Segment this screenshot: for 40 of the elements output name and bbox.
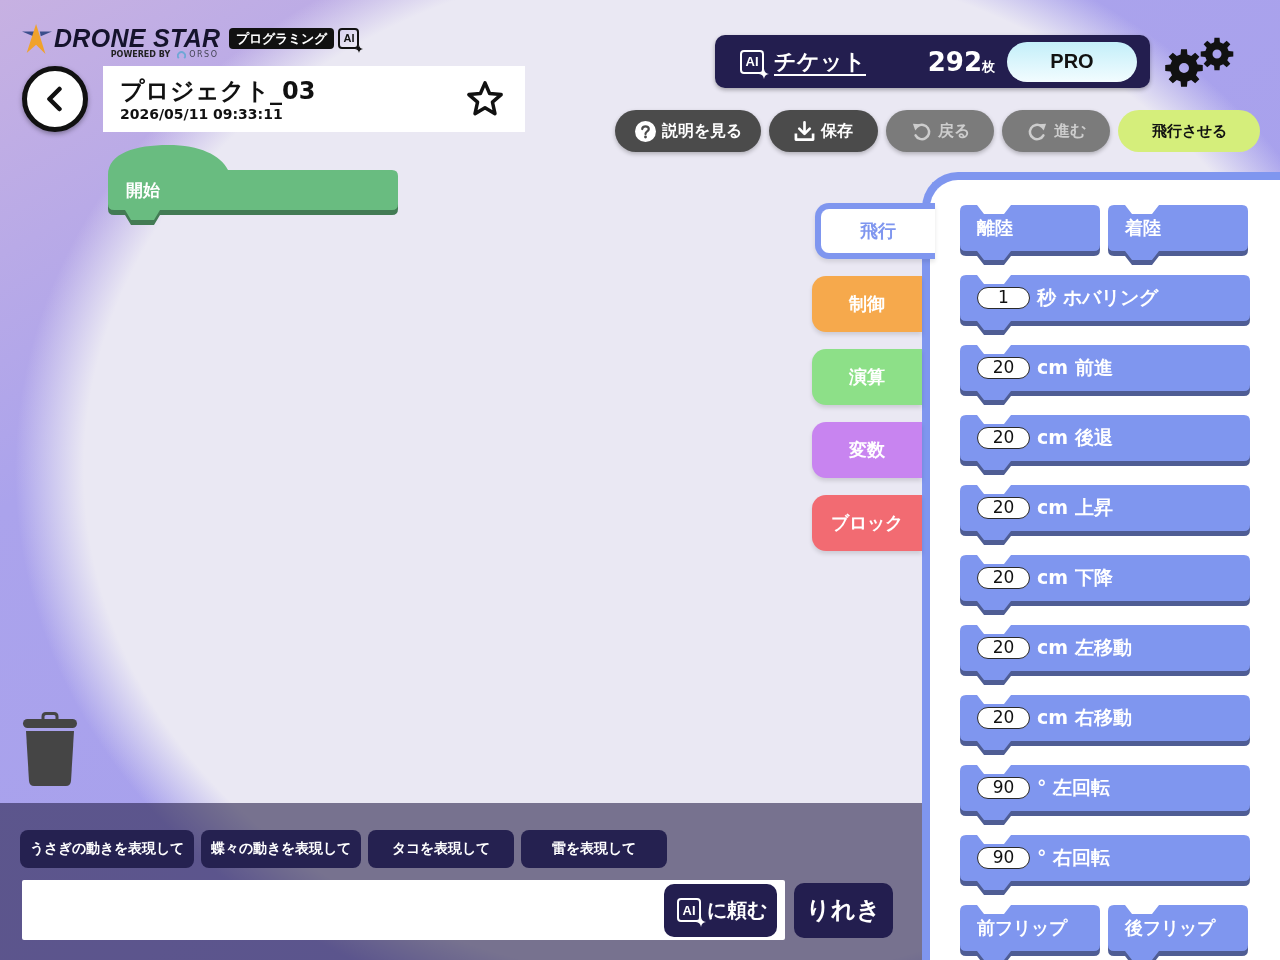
number-field[interactable]: 20 [977, 427, 1030, 449]
star-icon[interactable] [466, 80, 504, 118]
number-field[interactable]: 20 [977, 497, 1030, 519]
ticket-count: 292枚 [927, 46, 995, 77]
number-field[interactable]: 90 [977, 847, 1030, 869]
product-badge: プログラミング [229, 28, 335, 49]
save-button[interactable]: 保存 [769, 110, 878, 152]
history-button[interactable]: りれき [794, 882, 893, 938]
download-icon [794, 120, 815, 142]
number-field[interactable]: 1 [977, 287, 1030, 309]
suggestion-chip[interactable]: 雷を表現して [521, 830, 667, 868]
swirl-logo-icon [177, 50, 187, 60]
suggestion-chip[interactable]: タコを表現して [368, 830, 514, 868]
suggestion-chip[interactable]: うさぎの動きを表現して [20, 830, 194, 868]
fly-button[interactable]: 飛行させる [1118, 110, 1260, 152]
ai-label: AI [740, 49, 764, 74]
ai-label: AI [338, 28, 360, 49]
sparkle-icon [355, 45, 364, 53]
number-field[interactable]: 90 [977, 777, 1030, 799]
trash-icon[interactable] [22, 712, 78, 787]
project-title: プロジェクト_03 [120, 75, 316, 106]
project-timestamp: 2026/05/11 09:33:11 [120, 105, 284, 123]
number-field[interactable]: 20 [977, 637, 1030, 659]
sparkle-icon [759, 68, 769, 79]
powered-by-label: POWERED BY [110, 50, 171, 60]
help-button[interactable]: 説明を見る [615, 110, 761, 152]
suggestion-chip[interactable]: 蝶々の動きを表現して [201, 830, 361, 868]
back-button[interactable] [22, 66, 88, 132]
star-logo-icon [22, 24, 52, 54]
partner-name: ORSO [189, 50, 219, 60]
prompt-field[interactable]: AI に頼む [22, 880, 785, 940]
number-field[interactable]: 20 [977, 707, 1030, 729]
ticket-link[interactable]: チケット [774, 46, 866, 77]
plan-badge: PRO [1007, 41, 1137, 82]
ask-ai-button[interactable]: AI に頼む [664, 883, 777, 937]
help-icon [634, 120, 656, 142]
number-field[interactable]: 20 [977, 357, 1030, 379]
sparkle-icon [696, 917, 706, 927]
number-field[interactable]: 20 [977, 567, 1030, 589]
settings-icon[interactable] [1165, 36, 1235, 87]
